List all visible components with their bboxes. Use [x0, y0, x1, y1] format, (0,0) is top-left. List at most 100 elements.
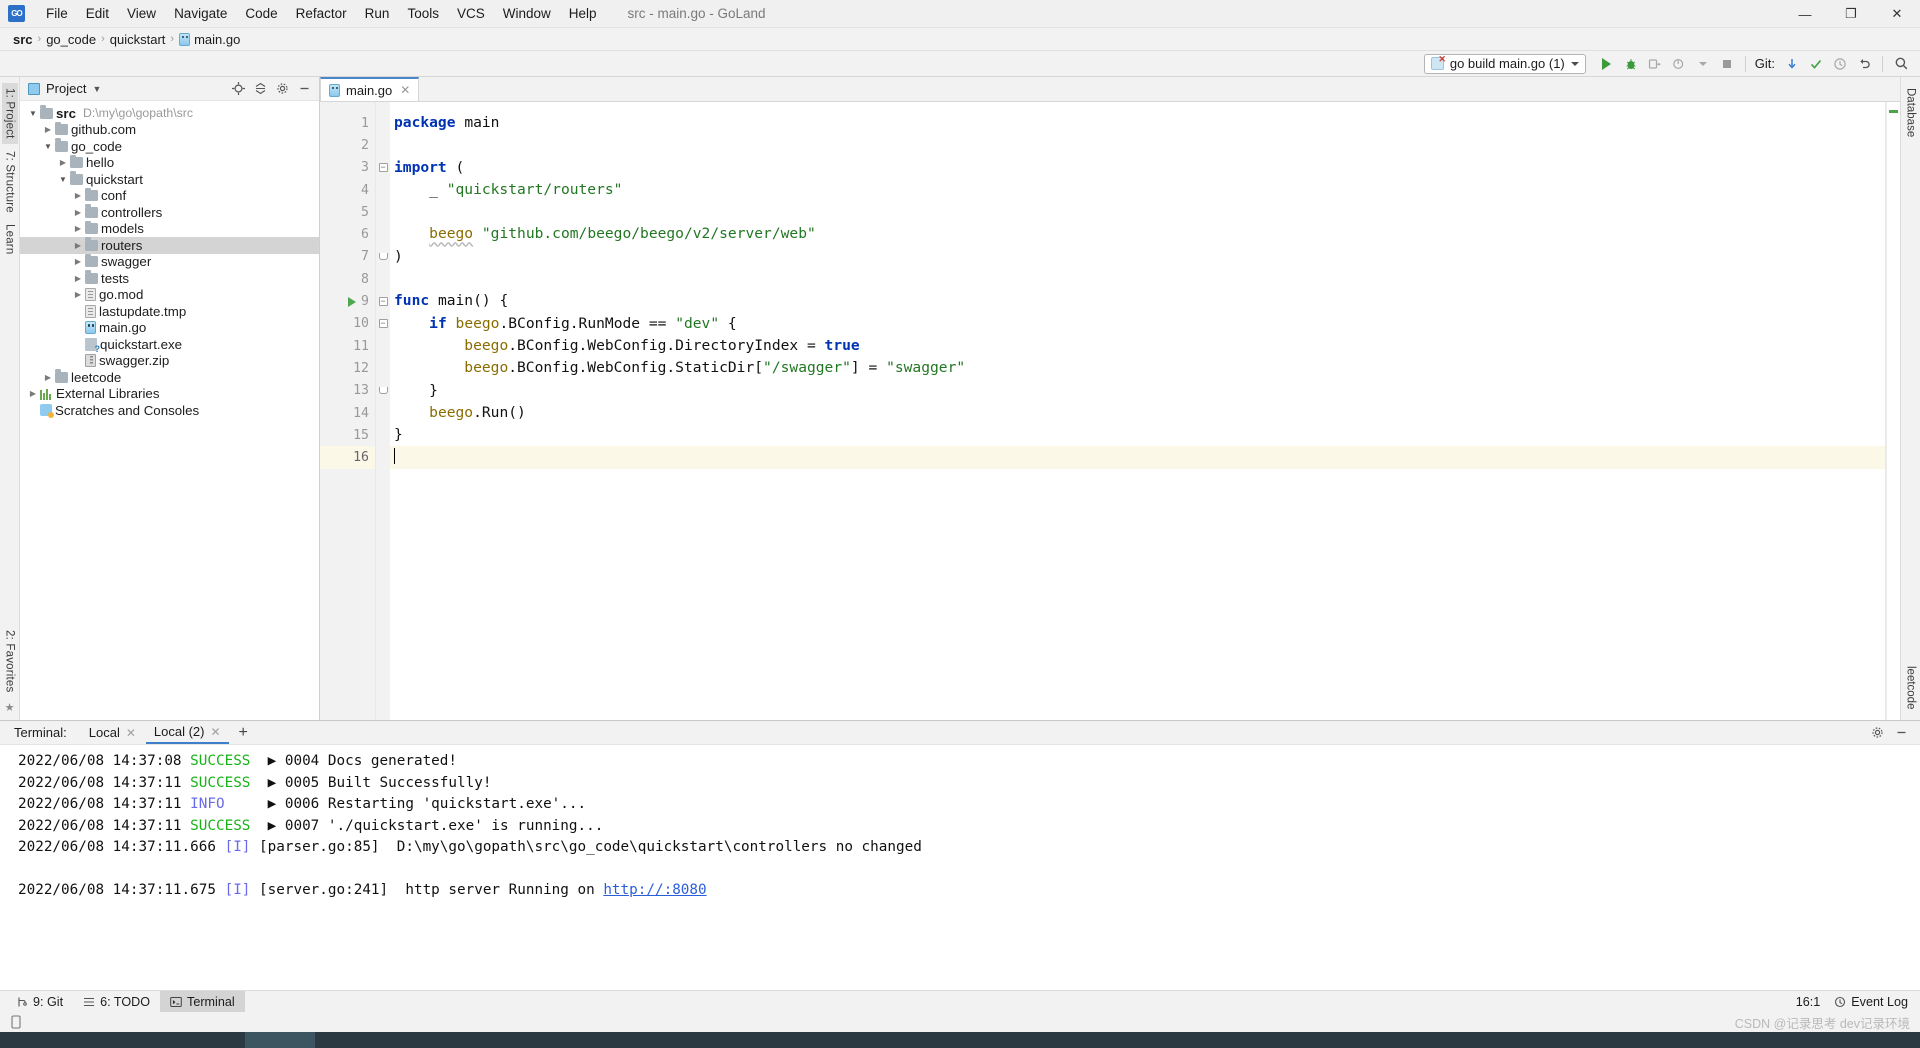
tool-tab-database[interactable]: Database: [1903, 83, 1919, 142]
close-tab-icon[interactable]: ✕: [400, 83, 410, 97]
run-gutter-icon[interactable]: [348, 296, 356, 307]
tree-node-quickstart[interactable]: ▼ quickstart: [20, 171, 319, 188]
tree-node-go_code[interactable]: ▼ go_code: [20, 138, 319, 155]
line-number[interactable]: 5: [320, 201, 375, 223]
tree-node-external-libraries[interactable]: ▶ External Libraries: [20, 386, 319, 403]
event-log-button[interactable]: Event Log: [1834, 995, 1908, 1009]
chevron-right-icon[interactable]: ▶: [71, 241, 85, 250]
debug-button[interactable]: [1620, 53, 1642, 75]
minimize-button[interactable]: —: [1782, 0, 1828, 28]
close-button[interactable]: ✕: [1874, 0, 1920, 28]
status-tool-terminal[interactable]: Terminal: [160, 991, 245, 1012]
code-line[interactable]: beego.BConfig.WebConfig.StaticDir["/swag…: [390, 357, 1886, 379]
tree-node-lastupdate-tmp[interactable]: lastupdate.tmp: [20, 303, 319, 320]
hide-panel-icon[interactable]: [1892, 724, 1910, 742]
line-number[interactable]: 1: [320, 112, 375, 134]
line-number[interactable]: 10: [320, 313, 375, 335]
tree-node-tests[interactable]: ▶ tests: [20, 270, 319, 287]
chevron-down-icon[interactable]: ▼: [26, 109, 40, 118]
tool-tab-leetcode[interactable]: leetcode: [1903, 661, 1919, 714]
code-line[interactable]: _ "quickstart/routers": [390, 179, 1886, 201]
code-line[interactable]: [390, 446, 1886, 469]
new-terminal-tab-button[interactable]: +: [231, 724, 256, 741]
tool-tab-structure[interactable]: 7: Structure: [2, 146, 18, 218]
line-number[interactable]: 9: [320, 290, 375, 312]
menu-tools[interactable]: Tools: [398, 3, 448, 24]
menu-vcs[interactable]: VCS: [448, 3, 494, 24]
code-line[interactable]: }: [390, 380, 1886, 402]
tree-node-hello[interactable]: ▶ hello: [20, 154, 319, 172]
tree-node-github-com[interactable]: ▶ github.com: [20, 121, 319, 139]
code-line[interactable]: beego "github.com/beego/beego/v2/server/…: [390, 223, 1886, 245]
fold-region[interactable]: −: [376, 157, 390, 179]
terminal-tab-local-2[interactable]: Local (2) ✕: [145, 721, 229, 744]
status-tool-git[interactable]: 9: Git: [6, 991, 73, 1012]
editor-tab-main-go[interactable]: main.go ✕: [320, 77, 420, 101]
terminal-tab-local[interactable]: Local ✕: [81, 721, 144, 744]
profile-dropdown[interactable]: [1692, 53, 1714, 75]
line-number[interactable]: 13: [320, 380, 375, 402]
menu-view[interactable]: View: [118, 3, 165, 24]
fold-collapse-icon[interactable]: −: [378, 297, 388, 307]
code-line[interactable]: }: [390, 424, 1886, 446]
code-folding-gutter[interactable]: − − −: [376, 102, 390, 720]
error-stripe-markers[interactable]: [1886, 102, 1900, 720]
fold-end-icon[interactable]: [378, 253, 388, 261]
fold-region[interactable]: −: [376, 313, 390, 335]
menu-window[interactable]: Window: [494, 3, 560, 24]
hide-panel-icon[interactable]: [295, 80, 313, 98]
fold-collapse-icon[interactable]: −: [378, 163, 388, 173]
chevron-right-icon[interactable]: ▶: [71, 208, 85, 217]
chevron-right-icon[interactable]: ▶: [26, 389, 40, 398]
chevron-right-icon[interactable]: ▶: [41, 373, 55, 382]
tool-tab-learn[interactable]: Learn: [2, 219, 18, 259]
tree-node-go-mod[interactable]: ▶ go.mod: [20, 287, 319, 304]
git-rollback-button[interactable]: [1853, 53, 1875, 75]
line-number[interactable]: 12: [320, 357, 375, 379]
locate-file-icon[interactable]: [229, 80, 247, 98]
code-line[interactable]: [390, 268, 1886, 290]
settings-gear-icon[interactable]: [273, 80, 291, 98]
line-number[interactable]: 3: [320, 157, 375, 179]
menu-code[interactable]: Code: [236, 3, 286, 24]
menu-navigate[interactable]: Navigate: [165, 3, 236, 24]
tool-tab-project[interactable]: 1: Project: [1, 83, 18, 144]
git-history-button[interactable]: [1829, 53, 1851, 75]
tree-node-leetcode[interactable]: ▶ leetcode: [20, 369, 319, 386]
fold-end-icon[interactable]: [378, 387, 388, 395]
run-configuration-selector[interactable]: go build main.go (1): [1423, 53, 1586, 74]
code-line[interactable]: beego.Run(): [390, 402, 1886, 424]
line-number[interactable]: 2: [320, 134, 375, 156]
search-everywhere-button[interactable]: [1890, 53, 1912, 75]
caret-position[interactable]: 16:1: [1796, 995, 1821, 1009]
code-line[interactable]: package main: [390, 112, 1886, 134]
line-number[interactable]: 11: [320, 335, 375, 357]
tree-node-swagger[interactable]: ▶ swagger: [20, 253, 319, 271]
chevron-right-icon[interactable]: ▶: [41, 125, 55, 134]
line-number[interactable]: 4: [320, 179, 375, 201]
breadcrumb-item-go_code[interactable]: go_code: [43, 32, 99, 47]
chevron-right-icon[interactable]: ▶: [71, 191, 85, 200]
status-tool-todo[interactable]: 6: TODO: [73, 991, 160, 1012]
line-number[interactable]: 16: [320, 446, 375, 469]
run-with-coverage-button[interactable]: [1644, 53, 1666, 75]
tree-node-controllers[interactable]: ▶ controllers: [20, 204, 319, 221]
breadcrumb-item-main-go[interactable]: main.go: [176, 32, 243, 47]
chevron-down-icon[interactable]: ▼: [41, 142, 55, 151]
fold-region[interactable]: [376, 380, 390, 402]
chevron-right-icon[interactable]: ▶: [71, 290, 85, 299]
line-number[interactable]: 8: [320, 268, 375, 290]
tree-node-conf[interactable]: ▶ conf: [20, 187, 319, 205]
menu-run[interactable]: Run: [356, 3, 399, 24]
breadcrumb-item-quickstart[interactable]: quickstart: [107, 32, 169, 47]
menu-edit[interactable]: Edit: [77, 3, 118, 24]
tree-node-scratches-and-consoles[interactable]: Scratches and Consoles: [20, 402, 319, 419]
code-line[interactable]: if beego.BConfig.RunMode == "dev" {: [390, 313, 1886, 335]
terminal-link[interactable]: http://:8080: [603, 882, 706, 898]
line-number[interactable]: 14: [320, 402, 375, 424]
chevron-down-icon[interactable]: ▼: [56, 175, 70, 184]
code-line[interactable]: beego.BConfig.WebConfig.DirectoryIndex =…: [390, 335, 1886, 357]
chevron-right-icon[interactable]: ▶: [56, 158, 70, 167]
code-line[interactable]: ): [390, 246, 1886, 268]
terminal-output[interactable]: 2022/06/08 14:37:08 SUCCESS ▶ 0004 Docs …: [0, 745, 1920, 990]
